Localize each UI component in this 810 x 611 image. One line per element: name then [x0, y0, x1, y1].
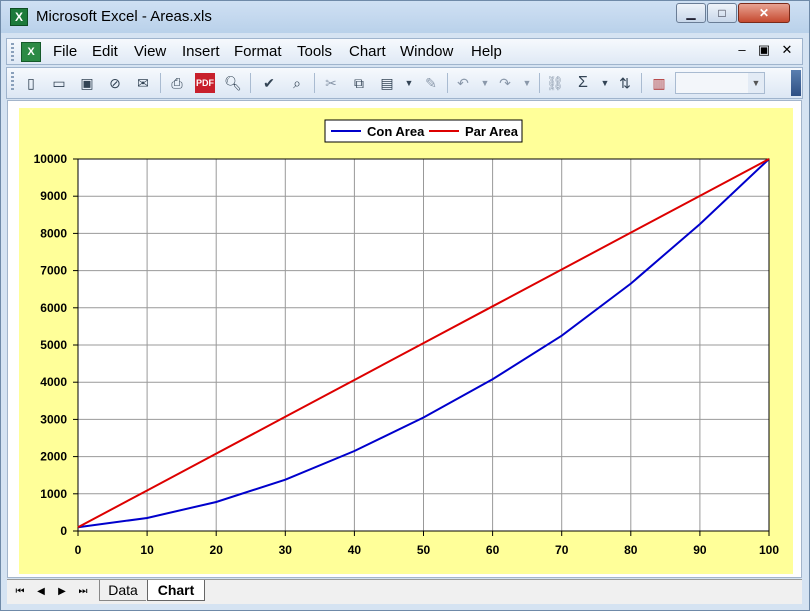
y-tick-label: 7000: [40, 264, 67, 278]
redo-dropdown-icon[interactable]: ▼: [517, 73, 537, 93]
cut-icon[interactable]: ✂: [321, 73, 341, 93]
redo-icon[interactable]: ↷: [495, 73, 515, 93]
toolbar-options-button[interactable]: [791, 70, 801, 96]
doc-restore-button[interactable]: ▣: [756, 42, 772, 58]
y-tick-label: 1000: [40, 487, 67, 501]
print-preview-icon[interactable]: 🔍︎: [223, 73, 243, 93]
menu-format[interactable]: Format: [234, 43, 282, 60]
excel-window: X Microsoft Excel - Areas.xls ▁ □ ✕ X Fi…: [0, 0, 810, 611]
line-chart: 0100020003000400050006000700080009000100…: [34, 119, 779, 557]
permission-icon[interactable]: ⊘: [105, 73, 125, 93]
maximize-button[interactable]: □: [707, 3, 737, 23]
format-painter-icon[interactable]: ✎: [421, 73, 441, 93]
paste-dropdown-icon[interactable]: ▼: [399, 73, 419, 93]
x-tick-label: 40: [348, 543, 362, 557]
undo-icon[interactable]: ↶: [453, 73, 473, 93]
menu-tools[interactable]: Tools: [297, 43, 332, 60]
y-tick-label: 4000: [40, 375, 67, 389]
tab-data[interactable]: Data: [99, 580, 146, 601]
menu-view[interactable]: View: [134, 43, 166, 60]
window-title: Microsoft Excel - Areas.xls: [36, 8, 212, 25]
legend-label: Par Area: [465, 124, 519, 139]
hyperlink-icon[interactable]: ⛓: [545, 73, 565, 93]
last-sheet-icon[interactable]: ⏭: [76, 584, 90, 600]
y-tick-label: 0: [60, 524, 67, 538]
open-icon[interactable]: ▭: [49, 73, 69, 93]
x-tick-label: 0: [75, 543, 82, 557]
toolbar-separator: [160, 73, 161, 93]
first-sheet-icon[interactable]: ⏮: [13, 584, 27, 600]
email-icon[interactable]: ✉: [133, 73, 153, 93]
y-tick-label: 5000: [40, 338, 67, 352]
save-icon[interactable]: ▣: [77, 73, 97, 93]
x-tick-label: 60: [486, 543, 500, 557]
toolbar-separator: [250, 73, 251, 93]
menu-help[interactable]: Help: [471, 43, 502, 60]
tab-chart[interactable]: Chart: [147, 580, 205, 601]
new-icon[interactable]: ▯: [21, 73, 41, 93]
toolbar-separator: [314, 73, 315, 93]
menu-window[interactable]: Window: [400, 43, 453, 60]
research-icon[interactable]: ⌕: [287, 73, 307, 93]
chart-wizard-icon[interactable]: ▥: [649, 73, 669, 93]
menu-edit[interactable]: Edit: [92, 43, 118, 60]
y-tick-label: 3000: [40, 412, 67, 426]
menu-bar: X File Edit View Insert Format Tools Cha…: [6, 38, 803, 65]
sheet-tab-bar: ⏮ ◀ ▶ ⏭ Data Chart: [7, 579, 802, 604]
menu-chart[interactable]: Chart: [349, 43, 386, 60]
standard-toolbar: ▯ ▭ ▣ ⊘ ✉ ⎙ PDF 🔍︎ ✔ ⌕ ✂ ⧉ ▤ ▼ ✎ ↶ ▼ ↷ ▼…: [6, 67, 803, 99]
pdf-icon[interactable]: PDF: [195, 73, 215, 93]
print-icon[interactable]: ⎙: [167, 73, 187, 93]
autosum-dropdown-icon[interactable]: ▼: [595, 73, 615, 93]
minimize-button[interactable]: ▁: [676, 3, 706, 23]
legend-label: Con Area: [367, 124, 425, 139]
close-button[interactable]: ✕: [738, 3, 790, 23]
undo-dropdown-icon[interactable]: ▼: [475, 73, 495, 93]
y-tick-label: 2000: [40, 450, 67, 464]
chevron-down-icon[interactable]: ▼: [748, 73, 764, 93]
toolbar-separator: [447, 73, 448, 93]
x-tick-label: 20: [210, 543, 224, 557]
next-sheet-icon[interactable]: ▶: [55, 584, 69, 600]
workbook-icon[interactable]: X: [21, 42, 41, 62]
toolbar-separator: [539, 73, 540, 93]
copy-icon[interactable]: ⧉: [349, 73, 369, 93]
autosum-icon[interactable]: Σ: [573, 73, 593, 93]
spelling-icon[interactable]: ✔: [259, 73, 279, 93]
sort-icon[interactable]: ⇅: [615, 73, 635, 93]
toolbar-separator: [641, 73, 642, 93]
previous-sheet-icon[interactable]: ◀: [34, 584, 48, 600]
x-tick-label: 80: [624, 543, 638, 557]
y-tick-label: 10000: [34, 152, 68, 166]
menu-grip[interactable]: [11, 43, 14, 61]
toolbar-grip[interactable]: [11, 72, 14, 90]
title-bar: X Microsoft Excel - Areas.xls ▁ □ ✕: [1, 1, 809, 33]
menu-insert[interactable]: Insert: [182, 43, 220, 60]
y-tick-label: 6000: [40, 301, 67, 315]
y-tick-label: 8000: [40, 226, 67, 240]
x-tick-label: 50: [417, 543, 431, 557]
x-tick-label: 30: [279, 543, 293, 557]
doc-minimize-button[interactable]: ‒: [734, 42, 750, 57]
x-tick-label: 90: [693, 543, 707, 557]
x-tick-label: 100: [759, 543, 779, 557]
chart-area[interactable]: 0 1000 2000 3000 4000 5000 6000 7000 8000 9000 100…: [19, 108, 793, 574]
doc-close-button[interactable]: ✕: [779, 42, 795, 58]
y-tick-label: 9000: [40, 189, 67, 203]
zoom-combo[interactable]: ▼: [675, 72, 765, 94]
excel-app-icon[interactable]: X: [10, 8, 28, 26]
x-tick-label: 10: [140, 543, 154, 557]
paste-icon[interactable]: ▤: [377, 73, 397, 93]
x-tick-label: 70: [555, 543, 569, 557]
menu-file[interactable]: File: [53, 43, 77, 60]
